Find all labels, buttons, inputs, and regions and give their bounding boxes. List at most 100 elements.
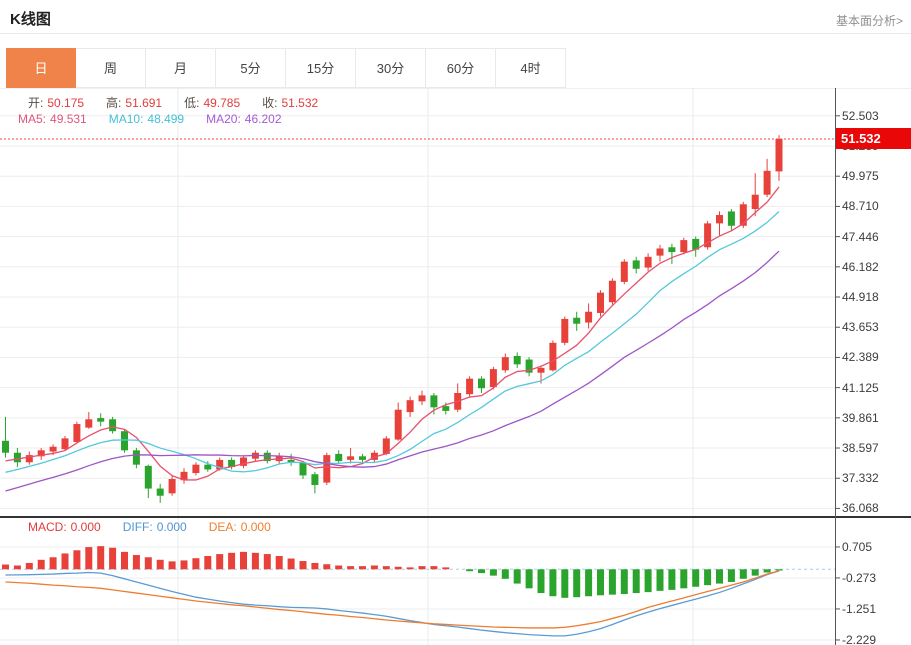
macd-bar (525, 569, 533, 589)
candle-body (97, 418, 105, 422)
candle-body (751, 194, 759, 210)
title-divider (0, 33, 911, 34)
y-axis-label: -0.273 (842, 570, 877, 585)
macd-bar (751, 569, 759, 576)
y-axis-label: 49.975 (842, 169, 879, 184)
macd-bar (608, 569, 616, 595)
macd-bar (727, 569, 735, 582)
candle-body (620, 261, 628, 282)
y-axis-label: 36.068 (842, 501, 879, 516)
macd-bar (132, 555, 140, 570)
candle-body (335, 453, 343, 462)
candle-body (561, 318, 569, 343)
fundamental-analysis-link[interactable]: 基本面分析> (836, 12, 903, 29)
macd-bar (61, 553, 69, 570)
candle-body (466, 378, 474, 395)
y-axis-label: 44.918 (842, 290, 879, 304)
macd-bar (299, 561, 307, 570)
macd-bar (406, 567, 414, 570)
macd-bar (275, 555, 283, 570)
macd-bar (442, 567, 450, 570)
candle-body (727, 211, 735, 226)
candle-body (85, 419, 93, 428)
tab-5min[interactable]: 5分 (216, 48, 286, 88)
candle-body (418, 395, 426, 402)
candle-body (501, 357, 509, 371)
y-axis-label: 43.653 (842, 320, 879, 335)
macd-bar (2, 564, 9, 570)
info-label: MA10: (108, 112, 144, 126)
tab-4hour[interactable]: 4时 (496, 48, 566, 88)
macd-bar (85, 547, 93, 570)
macd-bar (739, 569, 747, 579)
tab-week[interactable]: 周 (76, 48, 146, 88)
macd-bar (359, 566, 366, 570)
info-label: DIFF: (122, 520, 153, 534)
info-label: MA5: (18, 112, 47, 126)
candle-body (680, 240, 688, 253)
tab-30min[interactable]: 30分 (356, 48, 426, 88)
macd-bar (668, 569, 676, 590)
y-axis-label: 52.503 (842, 108, 879, 123)
macd-bar (204, 555, 212, 570)
candle-body (347, 456, 355, 460)
macd-bar (156, 559, 164, 570)
candle-body (323, 455, 331, 483)
candle-body (608, 280, 616, 303)
y-axis-label: -1.251 (842, 601, 877, 616)
candle-body (644, 256, 652, 268)
ohlc-info-row: 开: 50.175 高: 51.691 低: 49.785 收: 51.532 (28, 94, 340, 111)
info-value: 0.000 (156, 520, 187, 534)
tab-day[interactable]: 日 (6, 48, 76, 88)
macd-bar (644, 569, 652, 593)
macd-bar (704, 569, 712, 586)
y-axis-label: 48.710 (842, 199, 879, 214)
macd-bar (561, 569, 569, 598)
candle-body (716, 215, 723, 224)
interval-tabs: 日周月 5分 15分 30分 60分 4时 (6, 48, 566, 88)
info-label: 低: (184, 96, 200, 110)
macd-bar (501, 569, 509, 579)
macd-bar (585, 569, 593, 597)
macd-bar (430, 566, 438, 570)
candle-body (537, 367, 545, 373)
y-axis-label: 47.446 (842, 229, 879, 244)
candle-body (597, 292, 604, 313)
macd-bar (109, 547, 117, 570)
y-axis-label: 46.182 (842, 259, 879, 274)
tab-month[interactable]: 月 (146, 48, 216, 88)
macd-bar (323, 564, 331, 570)
y-axis-label: -2.229 (842, 632, 877, 645)
candle-body (549, 342, 557, 371)
candle-body (359, 456, 366, 460)
macd-bar (716, 569, 723, 584)
candle-body (430, 395, 438, 408)
info-label: MA20: (206, 112, 241, 126)
info-label: 开: (28, 96, 44, 110)
price-badge: 51.532 (836, 128, 911, 149)
candle-body (775, 139, 783, 172)
y-axis-label: 41.125 (842, 380, 879, 395)
candle-body (192, 464, 200, 474)
tab-15min[interactable]: 15分 (286, 48, 356, 88)
candle-body (132, 450, 140, 465)
macd-bar (228, 552, 236, 570)
candle-body (168, 479, 176, 494)
candle-body (73, 424, 81, 442)
candle-body (311, 474, 319, 485)
candle-body (442, 406, 450, 411)
candle-body (2, 440, 9, 453)
info-value: 49.785 (203, 96, 241, 110)
candle-body (144, 465, 152, 489)
macd-bar (168, 561, 176, 570)
candle-body (739, 204, 747, 226)
candle-body (668, 247, 676, 253)
kline-chart[interactable] (0, 88, 911, 645)
macd-bar (632, 569, 640, 594)
macd-bar (192, 558, 200, 570)
kline-page: K线图 基本面分析> 日周月 5分 15分 30分 60分 4时 开: 50.175 高: 51… (0, 0, 911, 645)
info-value: 50.175 (47, 96, 85, 110)
tab-60min[interactable]: 60分 (426, 48, 496, 88)
info-label: MACD: (28, 520, 67, 534)
macd-bar (478, 569, 485, 574)
